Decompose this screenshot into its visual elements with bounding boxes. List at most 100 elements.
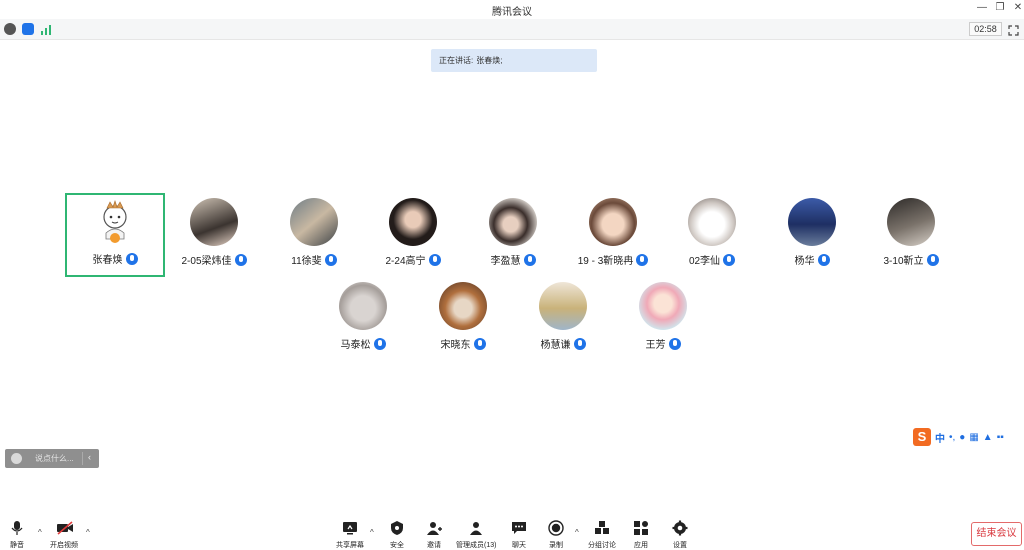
record-icon	[548, 520, 564, 536]
camera-off-icon	[56, 520, 73, 536]
security-button[interactable]: 安全	[389, 520, 405, 550]
participant-name-row: 宋晓东	[413, 336, 513, 351]
voice-input-icon[interactable]: ●	[959, 432, 965, 443]
record-options-caret-icon[interactable]: ^	[575, 528, 579, 537]
participant-name: 马泰松	[340, 340, 371, 351]
participant-tile[interactable]: 马泰松	[313, 278, 413, 362]
chat-bubble-icon	[511, 520, 527, 536]
participant-tile[interactable]: 19 - 3靳晓冉	[563, 194, 663, 278]
mic-icon	[926, 253, 939, 266]
speaking-label: 正在讲话:	[439, 56, 474, 65]
avatar	[190, 198, 238, 246]
participant-name-row: 02李仙	[662, 252, 762, 267]
avatar	[389, 198, 437, 246]
participant-name: 19 - 3靳晓冉	[577, 256, 634, 267]
participant-tile[interactable]: 张春焕	[65, 193, 165, 277]
participant-name-row: 19 - 3靳晓冉	[563, 252, 663, 267]
participant-tile[interactable]: 李盈慧	[463, 194, 563, 278]
speaking-banner: 正在讲话: 张春焕;	[431, 49, 597, 72]
record-button[interactable]: 录制	[548, 520, 564, 550]
security-shield-icon	[389, 520, 405, 536]
participant-name: 宋晓东	[440, 340, 471, 351]
share-screen-button[interactable]: 共享屏幕	[336, 520, 364, 550]
invite-user-icon	[426, 520, 442, 536]
participant-name-row: 2-24高宁	[363, 252, 463, 267]
minimize-icon[interactable]: —	[975, 2, 989, 13]
mic-icon	[523, 253, 536, 266]
participant-name: 2-24高宁	[385, 256, 426, 267]
mic-icon	[373, 337, 386, 350]
participant-tile[interactable]: 3-10靳立	[861, 194, 961, 278]
manage-members-button[interactable]: 管理成员(13)	[456, 520, 496, 550]
avatar	[639, 282, 687, 330]
participant-name: 3-10靳立	[883, 256, 924, 267]
avatar	[589, 198, 637, 246]
mic-icon	[723, 253, 736, 266]
avatar	[688, 198, 736, 246]
status-bar: 02:58	[0, 19, 1024, 40]
ime-toolbar[interactable]: S 中 •, ● ▦ ▲ ▪▪	[913, 428, 1024, 446]
mic-icon	[817, 253, 830, 266]
ime-mode[interactable]: 中	[935, 430, 945, 445]
avatar	[339, 282, 387, 330]
participant-name: 王芳	[645, 340, 666, 351]
fullscreen-icon[interactable]	[1008, 23, 1019, 36]
participant-name: 张春焕	[92, 255, 123, 266]
avatar	[887, 198, 935, 246]
participant-name: 11徐斐	[291, 256, 322, 267]
participant-tile[interactable]: 宋晓东	[413, 278, 513, 362]
control-bar: 静音 ^ 开启视频 ^ 共享屏幕 ^ 安全 邀请 管理成员(13) 聊天 录制 …	[0, 514, 1024, 549]
avatar	[290, 198, 338, 246]
close-icon[interactable]: ✕	[1011, 2, 1024, 13]
emoji-icon[interactable]	[11, 453, 22, 464]
mic-icon	[428, 253, 441, 266]
mic-icon	[234, 253, 247, 266]
shield-icon[interactable]	[22, 23, 34, 35]
mic-icon	[324, 253, 337, 266]
participant-tile[interactable]: 王芳	[613, 278, 713, 362]
participant-tile[interactable]: 杨慧谦	[513, 278, 613, 362]
title-bar: 腾讯会议 — ❐ ✕	[0, 0, 1024, 19]
chat-placeholder: 说点什么...	[35, 454, 74, 463]
meeting-timer: 02:58	[969, 22, 1002, 36]
share-options-caret-icon[interactable]: ^	[370, 528, 374, 537]
collapse-icon[interactable]: ‹	[88, 452, 91, 462]
participant-tile[interactable]: 11徐斐	[264, 194, 364, 278]
participant-name-row: 马泰松	[313, 336, 413, 351]
microphone-icon	[9, 520, 25, 536]
toolbox-icon[interactable]: ▪▪	[997, 432, 1004, 443]
avatar	[539, 282, 587, 330]
info-icon[interactable]	[4, 23, 16, 35]
skin-icon[interactable]: ▲	[983, 432, 993, 443]
participant-name-row: 杨慧谦	[513, 336, 613, 351]
apps-button[interactable]: 应用	[633, 520, 649, 550]
participant-tile[interactable]: 2-05梁炜佳	[164, 194, 264, 278]
restore-icon[interactable]: ❐	[993, 2, 1007, 13]
participant-tile[interactable]: 02李仙	[662, 194, 762, 278]
participant-tile[interactable]: 2-24高宁	[363, 194, 463, 278]
mute-button[interactable]: 静音	[9, 520, 25, 550]
chat-quick-input[interactable]: 说点什么... ‹	[5, 449, 99, 468]
keyboard-icon[interactable]: ▦	[969, 432, 978, 443]
end-meeting-button[interactable]: 结束会议	[971, 522, 1022, 546]
video-button[interactable]: 开启视频	[50, 520, 78, 550]
breakout-button[interactable]: 分组讨论	[588, 520, 616, 550]
invite-button[interactable]: 邀请	[426, 520, 442, 550]
screen-share-icon	[342, 520, 358, 536]
participant-tile[interactable]: 杨华	[762, 194, 862, 278]
participant-name-row: 11徐斐	[264, 252, 364, 267]
mic-options-caret-icon[interactable]: ^	[38, 528, 42, 537]
speaking-name: 张春焕;	[476, 56, 503, 65]
participant-name: 李盈慧	[490, 256, 521, 267]
video-options-caret-icon[interactable]: ^	[86, 528, 90, 537]
participant-name: 02李仙	[688, 256, 721, 267]
members-icon	[468, 520, 484, 536]
mic-icon	[573, 337, 586, 350]
signal-icon[interactable]	[40, 23, 52, 35]
participant-name: 杨慧谦	[540, 340, 571, 351]
participant-name-row: 杨华	[762, 252, 862, 267]
settings-button[interactable]: 设置	[672, 520, 688, 550]
chat-button[interactable]: 聊天	[511, 520, 527, 550]
participant-name: 杨华	[794, 256, 815, 267]
punctuation-icon[interactable]: •,	[949, 432, 955, 443]
